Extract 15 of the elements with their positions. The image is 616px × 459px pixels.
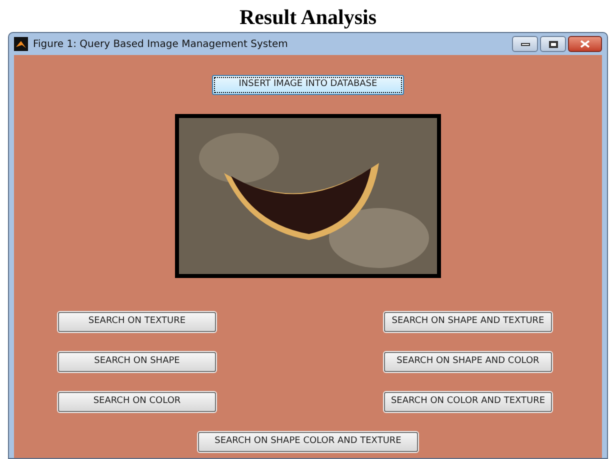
search-button[interactable]: SEARCH ON TEXTURE <box>58 312 216 332</box>
page-heading: Result Analysis <box>239 4 377 30</box>
window-title: Figure 1: Query Based Image Management System <box>33 38 288 52</box>
search-button[interactable]: SEARCH ON SHAPE <box>58 352 216 372</box>
search-button[interactable]: SEARCH ON SHAPE AND COLOR <box>384 352 552 372</box>
close-icon <box>580 40 590 48</box>
close-button[interactable] <box>568 36 602 52</box>
search-button[interactable]: SEARCH ON COLOR AND TEXTURE <box>384 392 552 412</box>
insert-image-button[interactable]: INSERT IMAGE INTO DATABASE <box>212 75 404 95</box>
search-button[interactable]: SEARCH ON SHAPE COLOR AND TEXTURE <box>198 432 418 452</box>
maximize-button[interactable] <box>540 36 566 52</box>
search-button[interactable]: SEARCH ON SHAPE AND TEXTURE <box>384 312 552 332</box>
search-button[interactable]: SEARCH ON COLOR <box>58 392 216 412</box>
app-logo-icon <box>14 37 28 51</box>
minimize-button[interactable] <box>512 36 538 52</box>
